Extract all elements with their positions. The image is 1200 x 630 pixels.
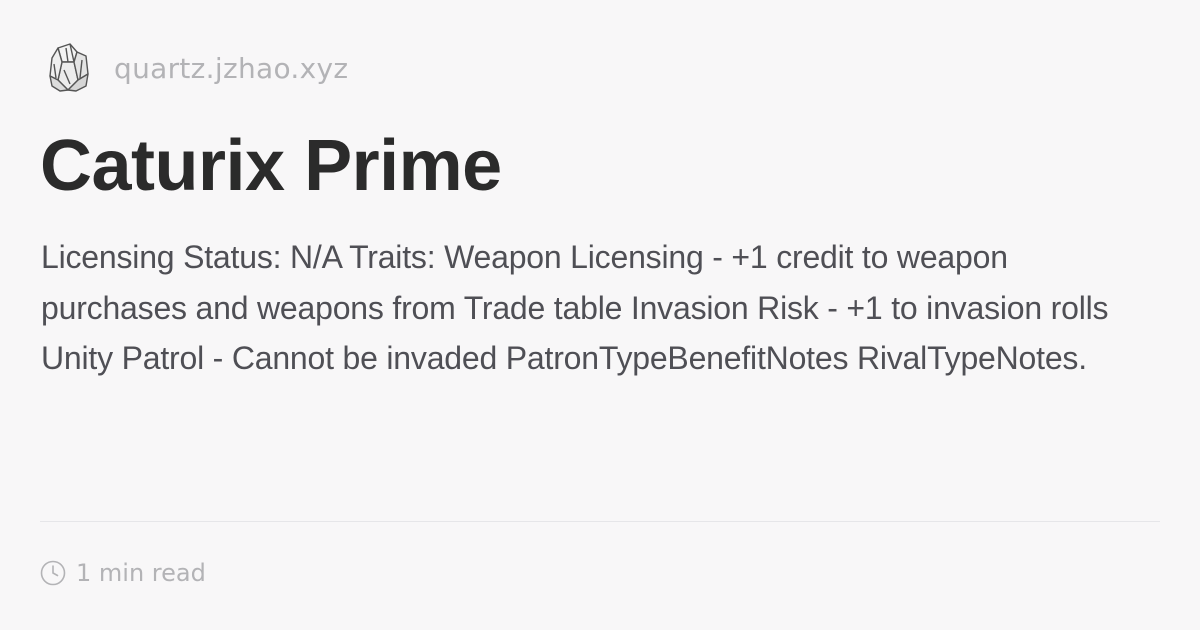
page-description: Licensing Status: N/A Traits: Weapon Lic…: [41, 239, 1109, 376]
divider: [40, 521, 1160, 522]
reading-time: 1 min read: [40, 556, 206, 590]
crystal-logo-icon: [49, 43, 89, 92]
page-title: Caturix Prime: [40, 126, 502, 206]
clock-icon: [40, 560, 66, 586]
site-header: quartz.jzhao.xyz: [44, 40, 348, 96]
site-name[interactable]: quartz.jzhao.xyz: [114, 52, 348, 85]
read-time-label: 1 min read: [76, 559, 206, 587]
